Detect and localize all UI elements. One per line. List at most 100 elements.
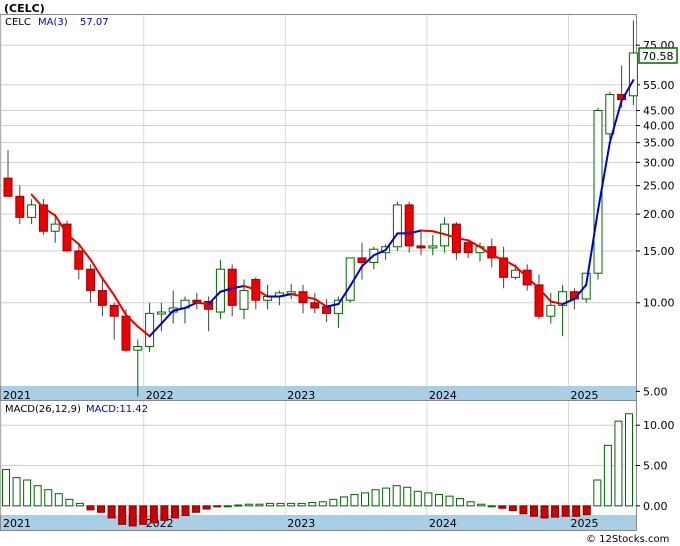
candle-body (428, 245, 438, 249)
price-y-tick-label: 40.00 (643, 120, 675, 133)
price-y-tick-label: 5.00 (643, 385, 668, 398)
candle-body (74, 250, 84, 270)
candle-body (345, 257, 355, 301)
macd-bar (297, 502, 306, 507)
price-y-tick-label: 20.00 (643, 208, 675, 221)
macd-x-tick-label: 2021 (3, 517, 31, 530)
legend-series-name: CELC (5, 17, 31, 28)
candle-body (86, 268, 96, 292)
macd-bar (371, 489, 380, 507)
macd-bar (445, 495, 454, 507)
watermark: © 12Stocks.com (586, 534, 669, 545)
candle-body (239, 290, 249, 310)
price-y-tick-label: 25.00 (643, 180, 675, 193)
macd-bar (234, 504, 243, 507)
macd-bar (508, 505, 517, 512)
macd-bar (244, 503, 253, 507)
candle-body (156, 311, 166, 315)
price-y-tick-label: 15.00 (643, 245, 675, 258)
macd-bar (54, 493, 63, 507)
macd-bar (339, 496, 348, 507)
macd-bar (456, 498, 465, 507)
macd-bar (223, 505, 232, 508)
macd-bar (561, 505, 570, 517)
candle-body (416, 245, 426, 249)
macd-bar (75, 502, 84, 507)
candle-body (133, 346, 143, 351)
macd-bar (413, 490, 422, 507)
macd-bar (361, 492, 370, 507)
macd-y-tick-label: 0.00 (643, 500, 668, 513)
ma-segment (420, 229, 434, 233)
candle-body (145, 312, 155, 348)
macd-bar (551, 505, 560, 518)
macd-bar (318, 501, 327, 507)
macd-bar (160, 505, 169, 521)
macd-y-tick-label: 10.00 (643, 419, 675, 432)
macd-bar (625, 413, 633, 507)
macd-bar (265, 502, 274, 507)
price-y-tick-label: 30.00 (643, 156, 675, 169)
candle-body (605, 94, 615, 135)
candle-body (404, 204, 414, 247)
macd-bar (192, 505, 201, 513)
macd-bar (97, 505, 106, 513)
macd-bar (519, 505, 528, 515)
macd-bar (33, 485, 42, 507)
macd-indicator-label: MACD(26,12,9) (5, 404, 81, 415)
candle-body (27, 204, 37, 218)
macd-bar (529, 505, 538, 517)
stock-chart: 2021 2022 2023 2024 2025 75.0055.0045.0040.0… (0, 2, 678, 545)
macd-x-tick-label: 2023 (287, 517, 315, 530)
macd-bar (477, 503, 486, 507)
price-panel (0, 14, 637, 404)
macd-bar (498, 505, 507, 509)
macd-bar (86, 505, 95, 511)
macd-bar (139, 505, 148, 525)
price-y-axis-labels: 75.0055.0045.0040.0035.0030.0025.0020.00… (643, 39, 675, 398)
macd-bar (118, 505, 127, 525)
macd-bar (12, 477, 21, 507)
macd-bar (23, 479, 32, 507)
candle-body (97, 290, 107, 306)
price-y-tick-label: 55.00 (643, 79, 675, 92)
macd-bar (149, 505, 158, 524)
macd-bar (276, 502, 285, 507)
chart-title: (CELC) (4, 2, 45, 15)
candle-body (510, 269, 520, 278)
macd-bar (202, 505, 211, 510)
macd-value-label: MACD:11.42 (86, 404, 148, 415)
macd-bar (614, 420, 623, 507)
macd-bar (593, 479, 602, 507)
macd-bar (65, 498, 74, 507)
macd-bar (382, 487, 391, 507)
price-y-tick-label: 45.00 (643, 105, 675, 118)
macd-bar (487, 505, 496, 508)
candle-body (546, 304, 556, 317)
macd-bar (403, 486, 412, 507)
price-y-tick-label: 35.00 (643, 137, 675, 150)
macd-bar (2, 469, 10, 507)
macd-bar (213, 505, 222, 508)
macd-bar (434, 494, 443, 507)
macd-bar (350, 494, 359, 507)
macd-bar (107, 505, 116, 519)
candle-body (392, 204, 402, 248)
candle-body (322, 306, 332, 314)
macd-bar (540, 505, 549, 519)
macd-x-tick-label: 2024 (429, 517, 457, 530)
macd-bar (181, 505, 190, 516)
macd-bar (582, 505, 591, 516)
macd-y-axis-labels: 10.00 5.00 0.00 (643, 419, 675, 513)
macd-y-tick-label: 5.00 (643, 460, 668, 473)
macd-bar (287, 502, 296, 507)
candle-body (310, 302, 320, 309)
macd-bar (424, 492, 433, 507)
macd-bar (308, 502, 317, 507)
price-y-tick-label: 10.00 (643, 297, 675, 310)
legend-ma-value: 57.07 (80, 17, 109, 28)
macd-x-tick-label: 2025 (571, 517, 599, 530)
macd-bar (603, 444, 612, 507)
candle-body (121, 315, 131, 351)
macd-bar (255, 503, 264, 507)
